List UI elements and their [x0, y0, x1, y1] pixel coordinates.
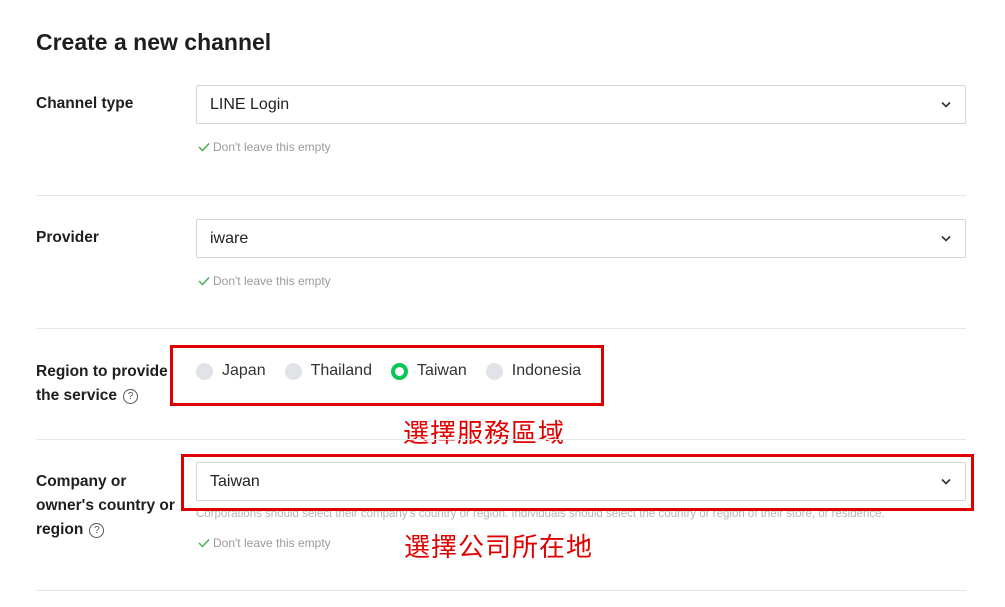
provider-value: iware [210, 230, 249, 247]
radio-button[interactable] [196, 362, 213, 380]
region-radio-group: Japan Thailand Taiwan Indonesia [196, 359, 600, 383]
region-option-taiwan[interactable]: Taiwan [390, 362, 467, 380]
divider [36, 195, 966, 196]
chevron-down-icon [941, 86, 951, 123]
company-country-hint: Don't leave this empty [198, 535, 331, 551]
provider-label: Provider [36, 229, 99, 246]
region-option-japan[interactable]: Japan [196, 362, 266, 380]
radio-button[interactable] [284, 362, 302, 380]
region-option-indonesia[interactable]: Indonesia [485, 362, 581, 380]
divider [36, 328, 966, 329]
check-icon [198, 142, 210, 152]
annotation-region: 選擇服務區域 [403, 419, 566, 449]
channel-type-hint: Don't leave this empty [198, 139, 331, 155]
help-icon[interactable]: ? [123, 389, 138, 404]
divider [36, 590, 966, 591]
channel-type-label: Channel type [36, 95, 134, 112]
chevron-down-icon [941, 463, 951, 500]
divider [36, 439, 966, 440]
region-label: Region to provide the service? [36, 363, 168, 404]
company-country-select[interactable]: Taiwan [196, 462, 966, 501]
company-country-value: Taiwan [210, 473, 260, 490]
help-icon[interactable]: ? [89, 523, 105, 538]
check-icon [198, 276, 210, 286]
region-option-thailand[interactable]: Thailand [284, 362, 372, 380]
annotation-company-country: 選擇公司所在地 [404, 533, 594, 563]
channel-type-select[interactable]: LINE Login [196, 85, 966, 124]
check-icon [198, 538, 210, 548]
company-country-label: Company or owner's country or region? [36, 473, 175, 538]
chevron-down-icon [941, 220, 951, 257]
page-title: Create a new channel [36, 29, 272, 55]
radio-button-selected[interactable] [390, 362, 408, 380]
radio-button[interactable] [485, 362, 503, 380]
provider-select[interactable]: iware [196, 219, 966, 258]
company-country-description: Corporations should select their company… [196, 508, 885, 520]
channel-type-value: LINE Login [210, 96, 290, 113]
provider-hint: Don't leave this empty [198, 273, 331, 289]
